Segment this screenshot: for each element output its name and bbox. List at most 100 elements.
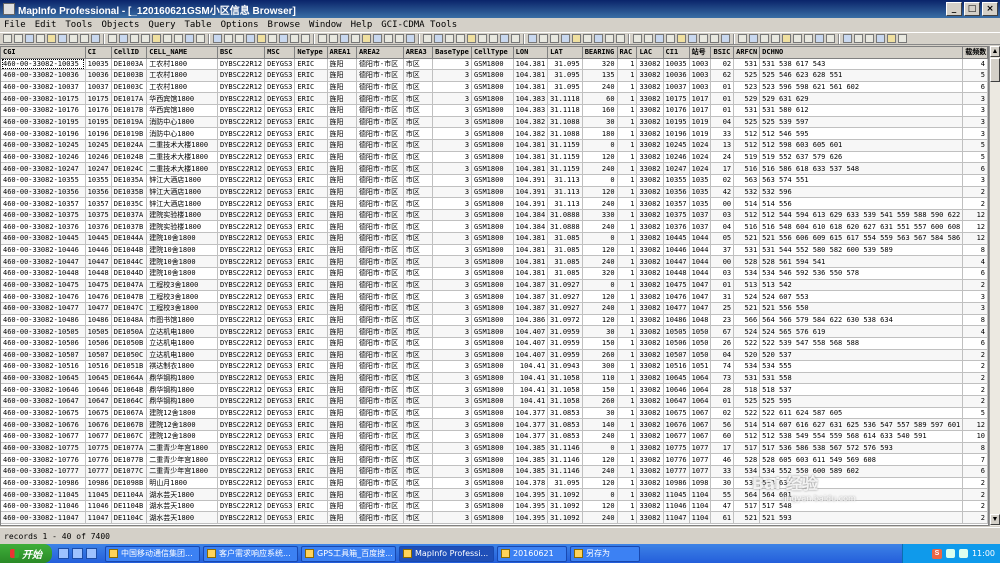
table-cell[interactable]: 4 [962,58,988,71]
toolbar-button-icon[interactable] [36,34,45,43]
table-cell[interactable]: 31.1058 [547,383,583,397]
table-cell[interactable]: ERIC [294,174,328,187]
table-cell[interactable]: 10775 [85,442,112,455]
table-row[interactable]: 460-00-33082-10196 10196 DE1019B 消防中心1800 DY… [1,127,988,140]
table-cell[interactable]: 1 [617,418,638,431]
toolbar-button-icon[interactable] [434,34,443,43]
table-cell[interactable]: 31.1088 [547,116,583,129]
table-cell[interactable]: 德阳市-市区 [356,197,404,210]
table-cell[interactable]: 528 605 603 611 549 569 608 [759,453,964,466]
toolbar-button-icon[interactable] [301,34,310,43]
table-cell[interactable]: 524 [733,325,761,338]
table-cell[interactable]: 3 [432,337,473,350]
toolbar-button-icon[interactable] [677,34,686,43]
table-cell[interactable]: 531 544 552 580 582 600 539 589 [759,244,964,257]
table-cell[interactable]: 3 [432,232,473,245]
table-cell[interactable]: 2 [962,360,988,373]
table-cell[interactable]: 31.1159 [547,162,583,175]
table-cell[interactable]: 5 [962,407,988,420]
table-cell[interactable]: 二重技术大楼1800 [146,151,218,164]
table-cell[interactable]: 1 [617,127,638,140]
table-cell[interactable]: 10486 [85,314,112,327]
column-header[interactable]: ARFCN [733,47,761,59]
table-cell[interactable]: 5 [962,151,988,164]
table-row[interactable]: 460-00-33082-10477 10477 DE1047C 工程校3舍1800 D… [1,302,988,315]
table-cell[interactable]: 11047 [85,511,112,525]
table-cell[interactable]: 00 [710,255,735,269]
mapinfo-app-icon[interactable] [3,3,15,15]
table-cell[interactable]: 湖水芸天1800 [146,488,218,501]
table-cell[interactable]: 31.0853 [547,407,583,420]
table-cell[interactable]: 1 [617,500,638,513]
table-cell[interactable]: DYBSC22R12 [217,232,266,245]
table-cell[interactable]: 61 [710,511,735,525]
table-row[interactable]: 460-00-33082-10175 10175 DE1017A 华西宾馆1800 DY… [1,92,988,106]
table-cell[interactable]: 1050 [689,349,712,362]
table-cell[interactable]: 460-00-33082-10645 [1,372,86,385]
table-cell[interactable]: 2 [962,477,988,490]
table-cell[interactable]: 建院10舍1800 [146,232,218,245]
table-cell[interactable]: 33082 [636,81,664,94]
table-row[interactable]: 460-00-33082-10507 10507 DE1050C 立达机电1800 DY… [1,349,988,362]
table-cell[interactable]: 33082 [636,453,664,466]
table-cell[interactable]: 2 [962,500,988,513]
table-cell[interactable]: 1048 [689,314,712,327]
table-cell[interactable]: 市区 [403,372,434,385]
table-cell[interactable]: 1098 [689,477,712,490]
table-cell[interactable]: GSM1800 [471,337,514,350]
table-cell[interactable]: 德阳市-市区 [356,104,404,117]
table-cell[interactable]: 104.41 [513,372,549,385]
column-header[interactable]: MSC [264,47,296,59]
table-cell[interactable]: 33082 [636,511,664,525]
table-cell[interactable]: 工农村1800 [146,58,218,71]
toolbar-button-icon[interactable] [710,34,719,43]
table-cell[interactable]: GSM1800 [471,244,514,257]
table-cell[interactable]: 旌阳 [327,314,357,327]
table-cell[interactable]: 1104 [689,511,712,525]
table-cell[interactable]: 120 [582,186,618,199]
table-cell[interactable]: 3 [432,174,473,187]
table-cell[interactable]: DEYGS3 [264,279,296,292]
table-cell[interactable]: 17 [710,162,735,175]
column-header[interactable]: CELL_NAME [146,47,218,59]
table-cell[interactable]: 460-00-33082-10986 [1,477,86,490]
table-cell[interactable]: 33082 [636,407,664,420]
table-cell[interactable]: 240 [582,302,618,315]
table-cell[interactable]: 33082 [636,116,664,129]
table-cell[interactable]: 33082 [636,465,664,478]
toolbar-button-icon[interactable] [854,34,863,43]
table-cell[interactable]: 德阳市-市区 [356,500,404,513]
table-cell[interactable]: DEYGS3 [264,104,296,117]
table-cell[interactable]: 01 [710,395,735,408]
table-cell[interactable]: 460-00-33082-10507 [1,349,86,362]
table-cell[interactable]: 519 552 637 579 626 [759,151,964,164]
table-cell[interactable]: 1064 [689,372,712,385]
taskbar-item[interactable]: 客户需求响应系统... [203,545,298,562]
table-cell[interactable]: 31.1058 [547,372,583,385]
table-cell[interactable]: 祺达制衣1800 [146,360,218,373]
table-cell[interactable]: ERIC [294,360,328,373]
table-cell[interactable]: 市区 [403,337,434,350]
table-cell[interactable]: 460-00-33082-10376 [1,220,86,234]
table-cell[interactable]: 1 [617,302,638,315]
toolbar-button-icon[interactable] [826,34,835,43]
toolbar-button-icon[interactable] [688,34,697,43]
table-cell[interactable]: 12 [962,220,988,234]
table-cell[interactable]: 市区 [403,500,434,513]
table-cell[interactable]: 460-00-33082-10677 [1,430,86,443]
table-cell[interactable]: 10776 [85,453,112,466]
table-cell[interactable]: 31.113 [547,197,583,210]
table-cell[interactable]: 旌阳 [327,104,357,117]
table-cell[interactable]: 1 [617,197,638,210]
table-cell[interactable]: 104.41 [513,383,549,397]
table-cell[interactable]: 31.085 [547,255,583,269]
table-cell[interactable]: DYBSC22R12 [217,360,266,373]
menu-table[interactable]: Table [185,20,212,30]
table-cell[interactable]: DYBSC22R12 [217,383,266,397]
table-cell[interactable]: 73 [710,372,735,385]
toolbar-button-icon[interactable] [268,34,277,43]
start-button[interactable]: 开始 [0,544,52,563]
toolbar-button-icon[interactable] [633,34,642,43]
table-cell[interactable]: 1064 [689,383,712,397]
table-cell[interactable]: GSM1800 [471,92,514,106]
